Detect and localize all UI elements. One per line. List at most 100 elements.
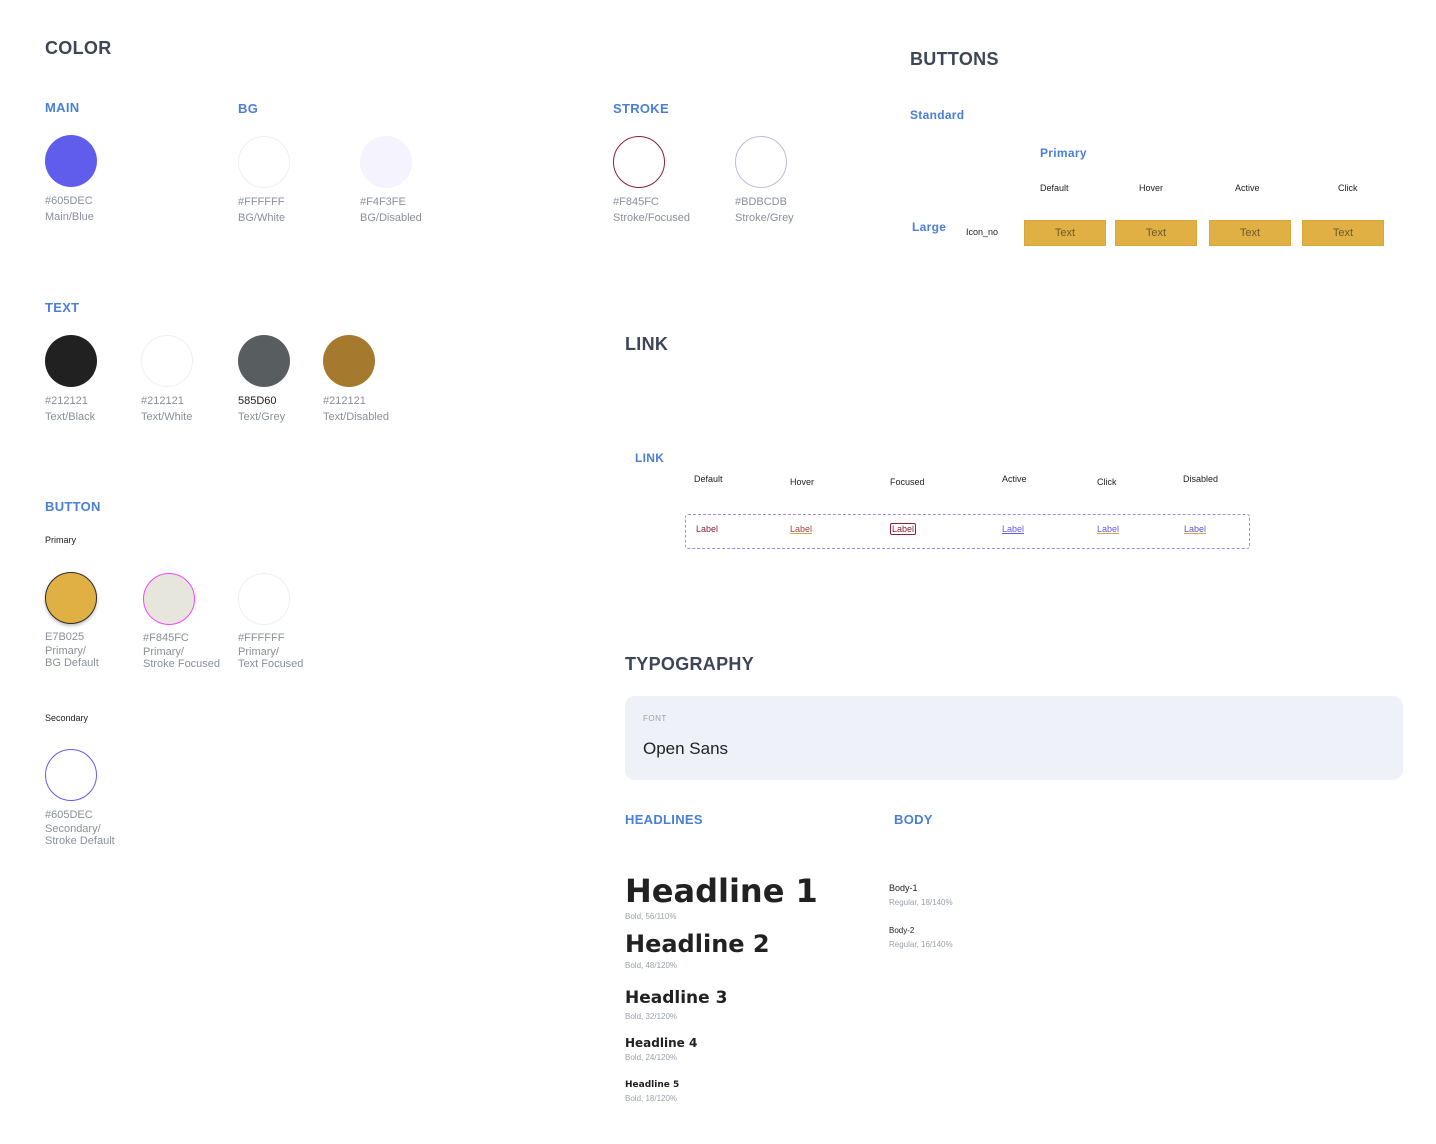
swatch-caption: #212121 Text/White	[141, 393, 193, 425]
link-default[interactable]: Label	[696, 524, 718, 534]
link-disabled: Label	[1184, 524, 1207, 534]
swatch-primary-stroke-focused: #F845FC Primary/ Stroke Focused	[143, 573, 220, 670]
swatch-caption: 585D60 Text/Grey	[238, 393, 290, 425]
swatch-caption: #F845FC Primary/ Stroke Focused	[143, 630, 220, 670]
swatch-caption: #BDBCDB Stroke/Grey	[735, 194, 794, 226]
font-name: Open Sans	[643, 739, 729, 758]
headline-2-sample: Headline 2	[625, 930, 770, 958]
headline-5-spec: Bold, 18/120%	[625, 1094, 678, 1103]
color-circle	[45, 572, 97, 624]
color-section-title: COLOR	[45, 38, 112, 58]
swatch-name: Text/White	[141, 411, 193, 423]
swatch-caption: #212121 Text/Disabled	[323, 393, 389, 425]
swatch-name: Main/Blue	[45, 211, 94, 223]
swatch-name-line1: Primary/	[143, 646, 184, 658]
link-state-disabled: Disabled	[1183, 474, 1219, 484]
link-state-active: Active	[1002, 474, 1027, 484]
headlines-label: HEADLINES	[625, 812, 703, 827]
swatch-caption: #605DEC Secondary/ Stroke Default	[45, 807, 115, 847]
primary-button-active[interactable]: Text	[1209, 220, 1291, 246]
buttons-section-title: BUTTONS	[910, 49, 999, 69]
swatch-bg-white: #FFFFFF BG/White	[238, 136, 290, 226]
color-circle	[613, 136, 665, 188]
primary-button-click[interactable]: Text	[1302, 220, 1384, 246]
link-state-focused: Focused	[890, 477, 925, 487]
link-click[interactable]: Label	[1097, 524, 1119, 534]
swatch-text-white: #212121 Text/White	[141, 335, 193, 425]
swatch-caption: #605DEC Main/Blue	[45, 193, 97, 225]
swatch-hex: #605DEC	[45, 809, 93, 821]
color-circle	[238, 136, 290, 188]
swatch-name-line1: Secondary/	[45, 823, 101, 835]
button-primary-label: Primary	[45, 535, 76, 545]
swatch-name-line2: Stroke Default	[45, 835, 115, 847]
swatch-stroke-focused: #F845FC Stroke/Focused	[613, 136, 690, 226]
body-2-spec: Regular, 16/140%	[889, 940, 953, 949]
swatch-hex: #F4F3FE	[360, 196, 406, 208]
buttons-state-default: Default	[1040, 183, 1069, 193]
swatch-text-black: #212121 Text/Black	[45, 335, 97, 425]
color-circle	[323, 335, 375, 387]
body-2-sample: Body-2	[889, 926, 915, 935]
swatch-caption: E7B025 Primary/ BG Default	[45, 629, 99, 669]
swatch-name: Stroke/Grey	[735, 212, 794, 224]
swatch-hex: #F845FC	[613, 196, 659, 208]
swatch-name-line2: Stroke Focused	[143, 658, 221, 670]
swatch-name: BG/White	[238, 212, 286, 224]
swatch-name-line2: BG Default	[45, 657, 99, 669]
swatch-hex: #BDBCDB	[735, 196, 787, 208]
link-state-hover: Hover	[790, 477, 815, 487]
color-circle	[45, 335, 97, 387]
link-sub-label: LINK	[635, 451, 665, 465]
swatch-hex: #F845FC	[143, 632, 189, 644]
body-1-sample: Body-1	[889, 883, 918, 893]
link-section-title: LINK	[625, 334, 669, 354]
swatch-name: Text/Grey	[238, 411, 286, 423]
button-group-label: BUTTON	[45, 499, 101, 514]
buttons-state-click: Click	[1338, 183, 1358, 193]
swatch-bg-disabled: #F4F3FE BG/Disabled	[360, 136, 422, 226]
swatch-caption: #F4F3FE BG/Disabled	[360, 194, 422, 226]
bg-group-label: BG	[238, 101, 259, 116]
link-states-frame	[685, 514, 1250, 549]
primary-button-hover[interactable]: Text	[1115, 220, 1197, 246]
color-circle	[45, 749, 97, 801]
color-circle	[735, 136, 787, 188]
swatch-hex: #FFFFFF	[238, 196, 285, 208]
swatch-name-line1: Primary/	[238, 646, 279, 658]
color-circle	[238, 335, 290, 387]
headline-4-sample: Headline 4	[625, 1036, 698, 1050]
headline-5-sample: Headline 5	[625, 1080, 680, 1090]
buttons-size-large: Large	[912, 220, 947, 234]
color-circle	[360, 136, 412, 188]
primary-button-default[interactable]: Text	[1024, 220, 1106, 246]
color-circle	[143, 573, 195, 625]
color-circle	[141, 335, 193, 387]
buttons-state-hover: Hover	[1139, 183, 1164, 193]
swatch-text-disabled: #212121 Text/Disabled	[323, 335, 389, 425]
buttons-type-primary: Primary	[1040, 146, 1087, 160]
buttons-group-standard: Standard	[910, 108, 965, 122]
stroke-group-label: STROKE	[613, 101, 669, 116]
swatch-hex: #605DEC	[45, 195, 93, 207]
swatch-primary-bg-default: E7B025 Primary/ BG Default	[45, 572, 99, 669]
swatch-hex: #212121	[141, 395, 184, 407]
font-card: FONT Open Sans	[625, 696, 1403, 780]
swatch-caption: #212121 Text/Black	[45, 393, 97, 425]
swatch-caption: #F845FC Stroke/Focused	[613, 194, 690, 226]
font-caption: FONT	[643, 714, 667, 723]
buttons-variant-icon-no: Icon_no	[966, 227, 999, 237]
headline-3-sample: Headline 3	[625, 988, 728, 1008]
body-label: BODY	[894, 812, 933, 827]
main-group-label: MAIN	[45, 100, 80, 115]
link-focused[interactable]: Label	[890, 523, 917, 535]
color-circle	[45, 135, 97, 187]
link-active[interactable]: Label	[1002, 524, 1024, 534]
buttons-state-active: Active	[1235, 183, 1260, 193]
swatch-caption: #FFFFFF BG/White	[238, 194, 290, 226]
headline-1-spec: Bold, 56/110%	[625, 912, 677, 921]
typography-section-title: TYPOGRAPHY	[625, 654, 755, 674]
link-hover[interactable]: Label	[790, 524, 812, 534]
swatch-name: Text/Black	[45, 411, 96, 423]
headline-1-sample: Headline 1	[625, 872, 818, 910]
